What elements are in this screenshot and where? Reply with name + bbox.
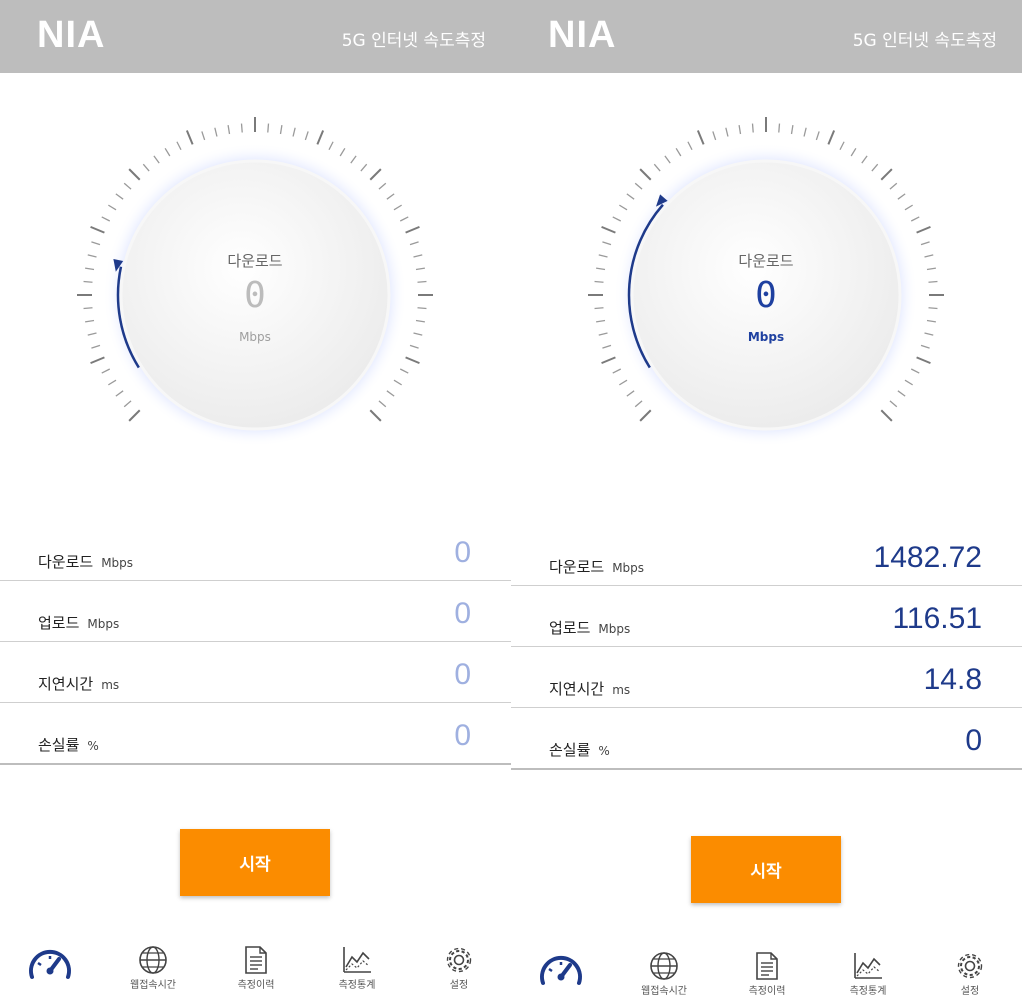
metric-value: 0	[454, 658, 471, 691]
metric-value: 116.51	[892, 602, 982, 635]
metric-label: 손실률	[38, 736, 80, 754]
metric-row-latency: 지연시간 ms 0	[0, 642, 511, 703]
metric-unit: Mbps	[87, 617, 120, 631]
header-title: 5G 인터넷 속도측정	[341, 31, 486, 51]
speed-gauge: 다운로드 0 Mbps	[55, 95, 455, 495]
metric-label: 다운로드	[38, 553, 94, 571]
gauge-label: 다운로드	[227, 252, 283, 270]
metric-row-loss: 손실률% 0	[511, 708, 1022, 770]
metrics-list: 다운로드 Mbps 1482.72 업로드 Mbps 116.51 지연시간 ms 1…	[511, 525, 1022, 770]
metric-unit: ms	[101, 678, 120, 692]
nia-logo: NIA	[37, 14, 106, 56]
metric-label: 업로드	[549, 619, 591, 637]
app-header: NIA 5G 인터넷 속도측정	[0, 0, 511, 73]
tab-web-access-time[interactable]: 웹접속시간	[614, 941, 714, 1008]
left-screen: NIA 5G 인터넷 속도측정 다운로드 0 Mbps 다운로드 Mbps 0 업…	[0, 0, 511, 1008]
gauge-label: 다운로드	[738, 252, 794, 270]
tab-speed-test[interactable]	[511, 941, 611, 1008]
right-screen: NIA 5G 인터넷 속도측정 다운로드 0 Mbps 다운로드 Mbps 148…	[511, 0, 1022, 1008]
metric-unit: ms	[612, 683, 631, 697]
tab-speed-test[interactable]	[0, 935, 100, 1008]
metric-row-latency: 지연시간 ms 14.8	[511, 647, 1022, 708]
chart-icon	[854, 953, 882, 979]
metric-row-download: 다운로드 Mbps 1482.72	[511, 525, 1022, 586]
metric-label: 지연시간	[549, 680, 605, 698]
tab-label: 설정	[960, 986, 980, 997]
metric-row-download: 다운로드 Mbps 0	[0, 520, 511, 581]
gauge-value: 0	[244, 275, 266, 316]
metric-label: 다운로드	[549, 558, 605, 576]
gauge-unit: Mbps	[747, 330, 785, 344]
metric-row-loss: 손실률% 0	[0, 703, 511, 765]
metric-value: 0	[454, 719, 471, 752]
tab-statistics[interactable]: 측정통계	[818, 941, 918, 1008]
tab-statistics[interactable]: 측정통계	[307, 935, 407, 1008]
gauge-unit: Mbps	[239, 330, 271, 344]
bottom-tab-bar: 웹접속시간 측정이력 측정통계 설정	[0, 935, 511, 1008]
metric-value: 1482.72	[873, 541, 982, 574]
metric-unit: Mbps	[101, 556, 134, 570]
gear-icon	[957, 953, 983, 979]
document-icon	[245, 946, 267, 974]
metric-value: 14.8	[923, 663, 982, 696]
start-button[interactable]: 시작	[691, 836, 841, 903]
tab-label: 웹접속시간	[130, 980, 176, 991]
globe-icon	[650, 952, 678, 980]
tab-label: 웹접속시간	[641, 986, 687, 997]
speed-gauge: 다운로드 0 Mbps	[566, 95, 966, 495]
metric-unit: %	[598, 744, 610, 758]
start-button[interactable]: 시작	[180, 829, 330, 896]
tab-label: 측정이력	[237, 980, 275, 991]
metric-row-upload: 업로드 Mbps 0	[0, 581, 511, 642]
metric-value: 0	[454, 597, 471, 630]
gauge-readout: 다운로드 0 Mbps	[55, 95, 455, 495]
tab-label: 측정이력	[748, 986, 786, 997]
document-icon	[756, 952, 778, 980]
tab-label: 측정통계	[338, 980, 376, 991]
gear-icon	[446, 947, 472, 973]
tab-label: 설정	[449, 980, 469, 991]
globe-icon	[139, 946, 167, 974]
metric-unit: %	[87, 739, 99, 753]
tab-history[interactable]: 측정이력	[717, 941, 817, 1008]
metric-value: 0	[454, 536, 471, 569]
metric-unit: Mbps	[598, 622, 631, 636]
gauge-value: 0	[755, 275, 777, 316]
tab-web-access-time[interactable]: 웹접속시간	[103, 935, 203, 1008]
metric-row-upload: 업로드 Mbps 116.51	[511, 586, 1022, 647]
tab-settings[interactable]: 설정	[920, 941, 1020, 1008]
speedometer-icon	[540, 955, 582, 985]
tab-label: 측정통계	[849, 986, 887, 997]
tab-settings[interactable]: 설정	[409, 935, 509, 1008]
metric-label: 업로드	[38, 614, 80, 632]
metric-value: 0	[965, 724, 982, 757]
app-header: NIA 5G 인터넷 속도측정	[511, 0, 1022, 73]
metric-label: 지연시간	[38, 675, 94, 693]
chart-icon	[343, 947, 371, 973]
nia-logo: NIA	[548, 14, 617, 56]
header-title: 5G 인터넷 속도측정	[852, 31, 997, 51]
metric-unit: Mbps	[612, 561, 645, 575]
bottom-tab-bar: 웹접속시간 측정이력 측정통계 설정	[511, 941, 1022, 1008]
metric-label: 손실률	[549, 741, 591, 759]
metrics-list: 다운로드 Mbps 0 업로드 Mbps 0 지연시간 ms 0 손실률% 0	[0, 520, 511, 765]
gauge-readout: 다운로드 0 Mbps	[566, 95, 966, 495]
speedometer-icon	[29, 949, 71, 979]
tab-history[interactable]: 측정이력	[206, 935, 306, 1008]
